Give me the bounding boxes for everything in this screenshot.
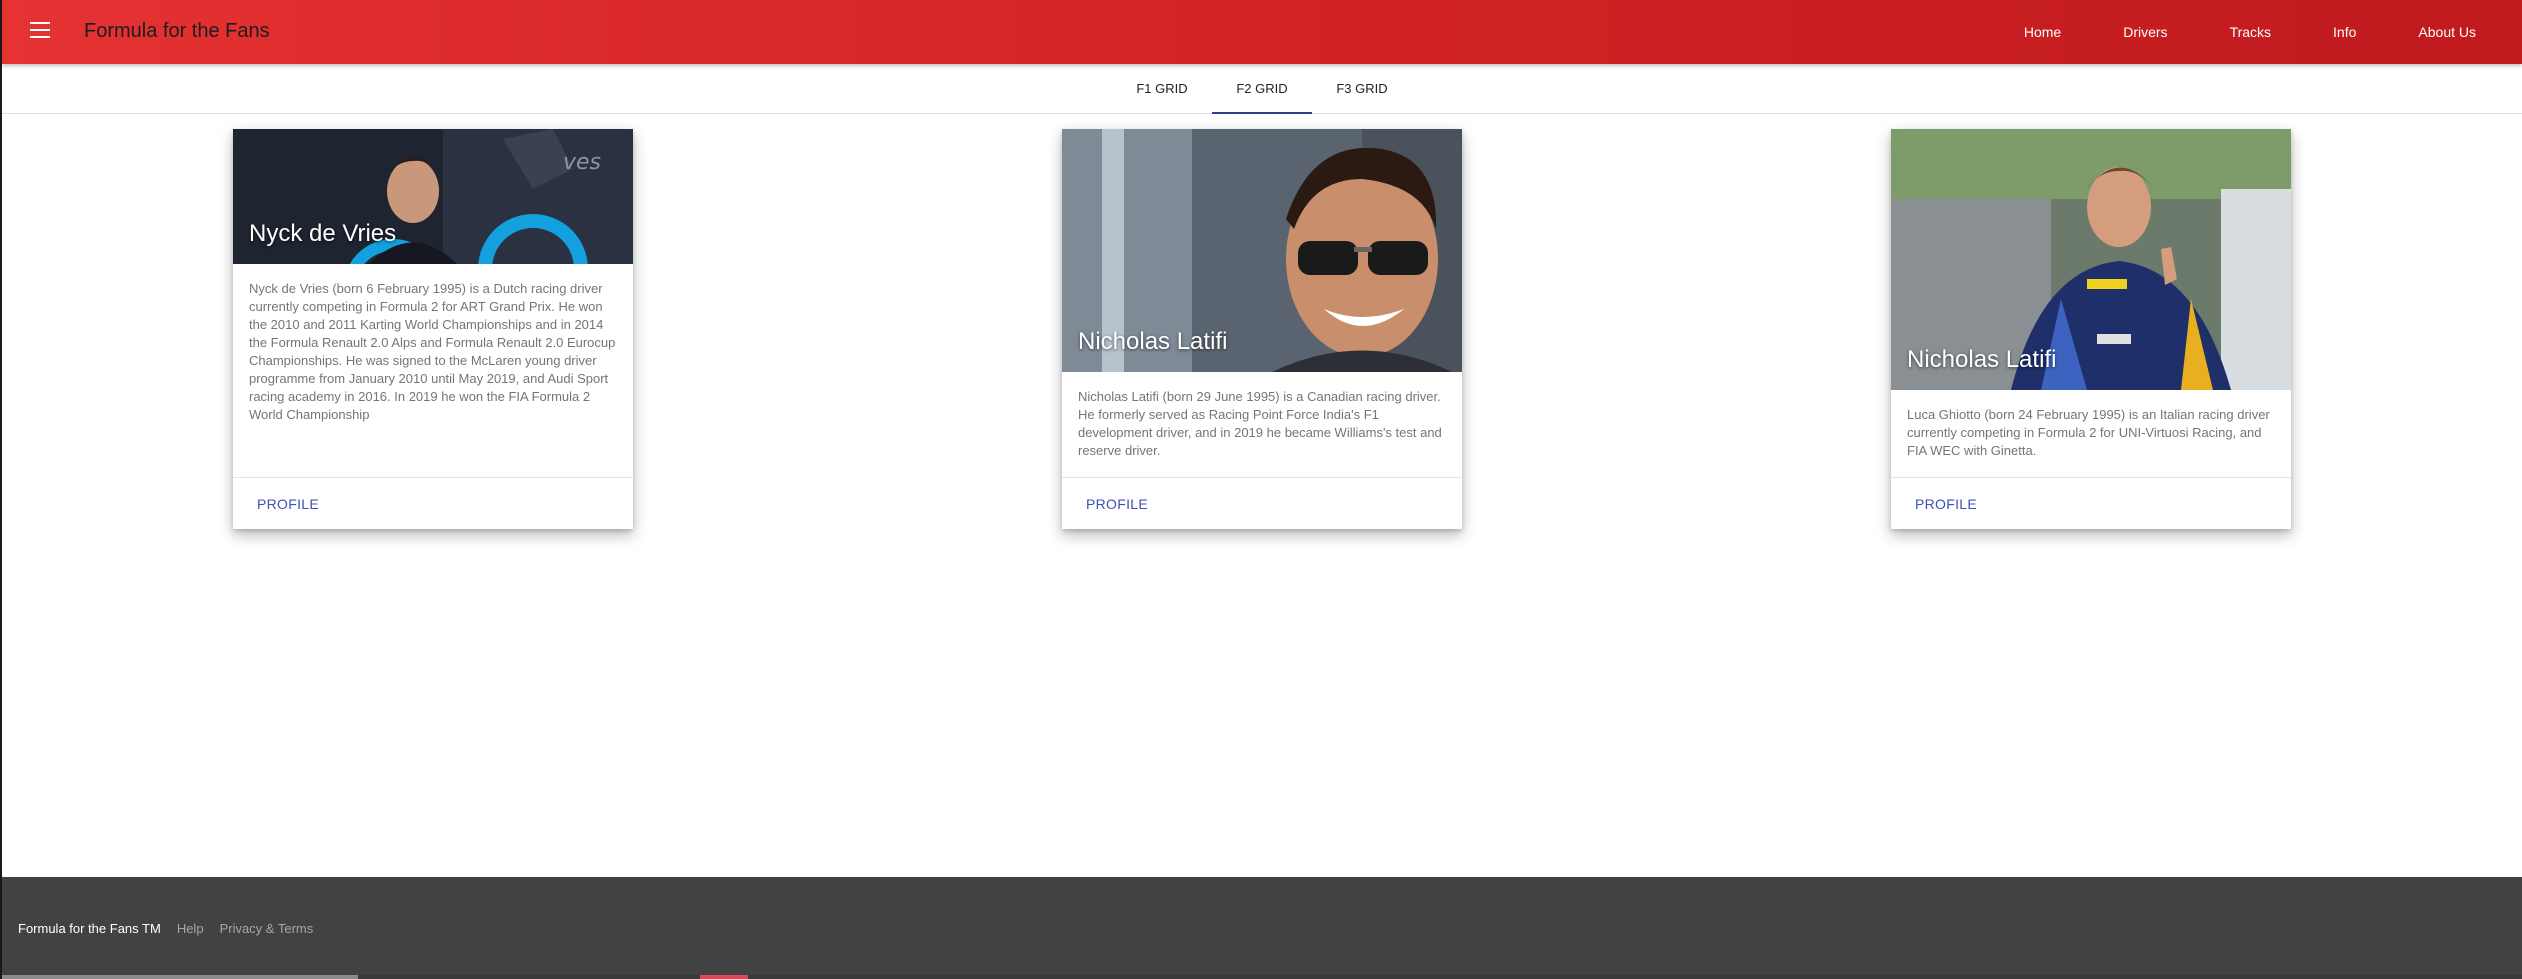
grid-tabs: F1 GRID F2 GRID F3 GRID	[2, 64, 2522, 114]
scrollbar-marker	[700, 975, 748, 979]
profile-button[interactable]: PROFILE	[1915, 496, 1977, 512]
footer-help-link[interactable]: Help	[177, 921, 204, 936]
nav-home[interactable]: Home	[2024, 24, 2061, 40]
driver-description: Luca Ghiotto (born 24 February 1995) is …	[1907, 407, 2270, 458]
nav-info[interactable]: Info	[2333, 24, 2356, 40]
footer-privacy-terms-link[interactable]: Privacy & Terms	[220, 921, 314, 936]
card-actions: PROFILE	[1891, 477, 2291, 529]
app-bar: Formula for the Fans Home Drivers Tracks…	[2, 0, 2522, 64]
driver-card: Nicholas Latifi Nicholas Latifi (born 29…	[1062, 129, 1462, 529]
card-actions: PROFILE	[1062, 477, 1462, 529]
profile-button[interactable]: PROFILE	[257, 496, 319, 512]
driver-description: Nyck de Vries (born 6 February 1995) is …	[249, 281, 616, 422]
scrollbar-thumb[interactable]	[2, 975, 358, 979]
tab-f3-grid[interactable]: F3 GRID	[1312, 64, 1412, 113]
driver-photo: ves Nyck de Vries	[233, 129, 633, 264]
tab-f2-grid[interactable]: F2 GRID	[1212, 64, 1312, 114]
svg-text:ves: ves	[563, 150, 601, 175]
nav-about-us[interactable]: About Us	[2418, 24, 2476, 40]
menu-icon[interactable]	[30, 22, 50, 42]
horizontal-scrollbar[interactable]	[2, 975, 2522, 979]
driver-name: Nicholas Latifi	[1907, 346, 2057, 373]
card-actions: PROFILE	[233, 477, 633, 529]
driver-photo: Nicholas Latifi	[1062, 129, 1462, 372]
footer-brand: Formula for the Fans TM	[18, 920, 161, 936]
profile-button[interactable]: PROFILE	[1086, 496, 1148, 512]
driver-card: Nicholas Latifi Luca Ghiotto (born 24 Fe…	[1891, 129, 2291, 529]
driver-card: ves Nyck de Vries Nyck de Vries (born 6 …	[233, 129, 633, 529]
top-nav: Home Drivers Tracks Info About Us	[1962, 0, 2476, 64]
tab-f1-grid[interactable]: F1 GRID	[1112, 64, 1212, 113]
app-title: Formula for the Fans	[84, 20, 270, 42]
driver-description: Nicholas Latifi (born 29 June 1995) is a…	[1078, 389, 1442, 458]
footer: Formula for the Fans TM Help Privacy & T…	[2, 877, 2522, 979]
driver-photo: Nicholas Latifi	[1891, 129, 2291, 390]
driver-name: Nyck de Vries	[249, 220, 397, 247]
driver-name: Nicholas Latifi	[1078, 328, 1228, 355]
nav-drivers[interactable]: Drivers	[2123, 24, 2167, 40]
nav-tracks[interactable]: Tracks	[2230, 24, 2271, 40]
